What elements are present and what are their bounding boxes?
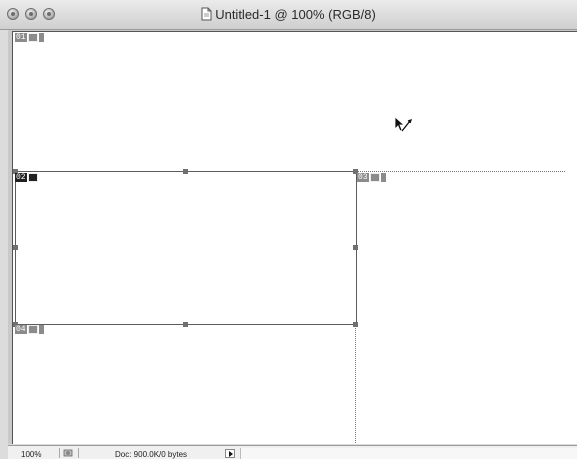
resize-handle-right[interactable] [353,245,358,250]
zoom-level[interactable]: 100% [21,450,61,459]
link-icon [380,173,386,182]
slice-select-cursor-icon [394,116,413,132]
document-info[interactable]: Doc: 900.0K/0 bytes [115,450,187,459]
slice-number: 04 [15,325,27,334]
slice-guide-horizontal [357,171,565,172]
image-slice-icon [369,173,380,182]
slice-tag-03[interactable]: 03 [357,173,386,182]
slice-tag-04[interactable]: 04 [15,325,44,334]
status-icon[interactable] [63,449,73,457]
resize-handle-bottom-right[interactable] [353,322,358,327]
slice-guide-vertical [355,325,356,443]
image-slice-icon [27,325,38,334]
slice-number: 03 [357,173,369,182]
window-title-text: Untitled-1 @ 100% (RGB/8) [215,7,376,22]
image-slice-icon [27,173,38,182]
resize-handle-top[interactable] [183,169,188,174]
horizontal-scrollbar[interactable] [240,448,577,459]
status-bar: 100% Doc: 900.0K/0 bytes [8,445,577,459]
title-bar[interactable]: Untitled-1 @ 100% (RGB/8) [0,0,577,30]
slice-tag-01[interactable]: 01 [15,33,44,42]
slice-number: 02 [15,173,27,182]
image-slice-icon [27,33,38,42]
divider [59,448,60,458]
link-icon [38,33,44,42]
window-title: Untitled-1 @ 100% (RGB/8) [0,7,577,22]
resize-handle-left[interactable] [13,245,18,250]
link-icon [38,325,44,334]
divider [78,448,79,458]
triangle-right-icon[interactable] [225,449,235,458]
document-icon [201,7,212,21]
selected-slice-box[interactable] [15,171,357,325]
resize-handle-bottom[interactable] [183,322,188,327]
slice-tag-02[interactable]: 02 [15,173,38,182]
slice-number: 01 [15,33,27,42]
document-window: Untitled-1 @ 100% (RGB/8) 01 02 03 04 10… [0,0,577,459]
